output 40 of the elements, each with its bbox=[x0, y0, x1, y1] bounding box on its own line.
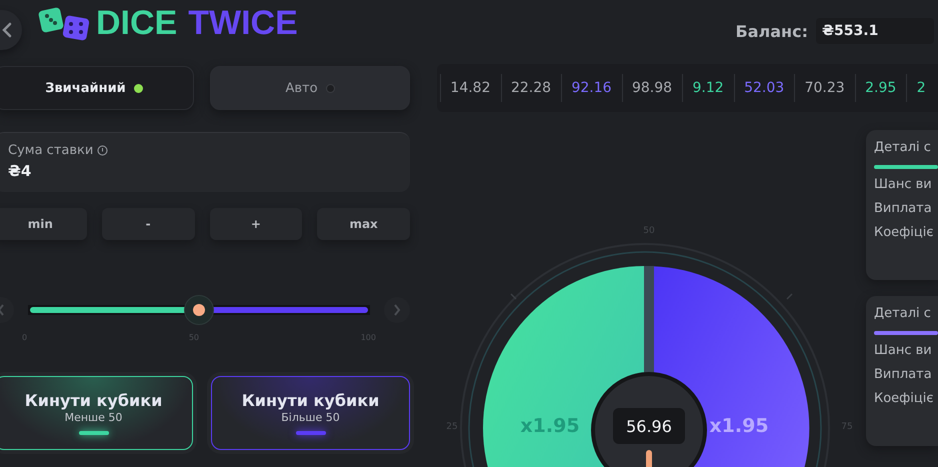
history-value: 98.98 bbox=[632, 80, 672, 96]
history-value: 70.23 bbox=[804, 80, 845, 96]
logo-text: TWICE bbox=[188, 4, 298, 43]
detail-label: Шанс ви bbox=[874, 343, 933, 358]
mode-tab[interactable]: Авто bbox=[210, 66, 410, 110]
scale-tick bbox=[786, 293, 793, 300]
chevron-left-icon bbox=[1, 22, 13, 38]
detail-label: Виплата bbox=[874, 367, 933, 382]
result-value: 56.96 bbox=[626, 417, 672, 436]
bet-amount-field[interactable]: Сума ставки ₴4 bbox=[0, 132, 410, 192]
status-dot-icon bbox=[326, 84, 335, 92]
chevron-right-icon bbox=[393, 304, 401, 316]
history-value: 2 bbox=[916, 80, 927, 96]
slider-thumb[interactable] bbox=[184, 295, 214, 325]
amount-button[interactable]: + bbox=[210, 208, 302, 240]
multiplier-label: x1.95 bbox=[520, 415, 580, 437]
detail-label: Коефіціє bbox=[874, 391, 935, 406]
amount-button[interactable]: max bbox=[317, 208, 410, 240]
balance-label: Баланс: bbox=[736, 22, 808, 40]
detail-label: Виплата bbox=[874, 201, 933, 216]
needle bbox=[646, 450, 652, 467]
scale-tick bbox=[510, 293, 517, 300]
balance-field: ₴553.1 bbox=[816, 18, 934, 44]
detail-label: Шанс ви bbox=[874, 177, 933, 192]
mode-tab[interactable]: Звичайний bbox=[0, 66, 194, 110]
history-value: 14.82 bbox=[450, 80, 491, 96]
amount-button[interactable]: min bbox=[0, 208, 87, 240]
multiplier-label: x1.95 bbox=[709, 415, 769, 437]
card-title: Деталі с bbox=[874, 306, 932, 321]
history-value: 22.28 bbox=[510, 80, 552, 96]
amount-button[interactable]: - bbox=[102, 208, 194, 240]
history-value: 52.03 bbox=[744, 80, 784, 96]
history-value: 92.16 bbox=[571, 80, 612, 96]
detail-label: Коефіціє bbox=[874, 225, 935, 240]
logo-text: DICE bbox=[96, 4, 178, 43]
history-value: 9.12 bbox=[692, 80, 724, 96]
card-title: Деталі с bbox=[874, 140, 932, 155]
history-value: 2.95 bbox=[865, 80, 896, 96]
info-icon bbox=[97, 145, 108, 156]
status-dot-icon bbox=[134, 84, 143, 92]
